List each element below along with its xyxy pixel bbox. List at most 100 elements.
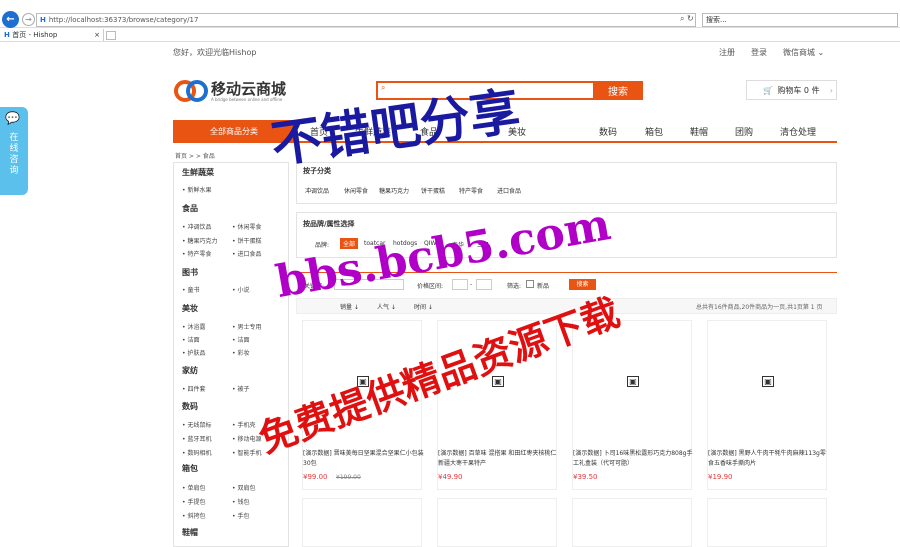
subcat-link[interactable]: 冲调饮品 [305, 186, 329, 195]
price-max-input[interactable] [476, 279, 492, 290]
side-link[interactable]: • 彩妆 [232, 348, 249, 357]
cart-button[interactable]: 🛒 购物车 0 件 › [746, 80, 837, 100]
product-old-price: ¥199.00 [336, 474, 361, 481]
side-link[interactable]: • 手包 [232, 511, 249, 520]
address-bar[interactable]: Hhttp://localhost:36373/browse/category/… [36, 13, 696, 27]
brand-item[interactable]: 三只 [477, 240, 489, 249]
side-link[interactable]: • 斜挎包 [182, 511, 205, 520]
side-link[interactable]: • 单肩包 [182, 483, 205, 492]
keyword-input[interactable] [334, 279, 404, 290]
search-button[interactable]: 搜索 [593, 81, 643, 100]
nav-fresh[interactable]: 生鲜蔬菜 [355, 125, 391, 138]
side-link[interactable]: • 饼干蛋糕 [232, 236, 261, 245]
side-link[interactable]: • 童书 [182, 285, 199, 294]
side-link[interactable]: • 双肩包 [232, 483, 255, 492]
side-link[interactable]: • 钱包 [232, 497, 249, 506]
side-head-books[interactable]: 图书 [182, 267, 198, 278]
product-card[interactable] [302, 498, 422, 547]
register-link[interactable]: 注册 [719, 47, 735, 58]
product-image[interactable]: ▣ [708, 321, 828, 441]
subcat-link[interactable]: 特产零食 [459, 186, 483, 195]
brand-item[interactable]: QIW [424, 240, 436, 247]
side-head-beauty[interactable]: 美妆 [182, 303, 198, 314]
side-link[interactable]: • 休闲零食 [232, 222, 261, 231]
side-link[interactable]: • 手机壳 [232, 420, 255, 429]
subcat-link[interactable]: 进口食品 [497, 186, 521, 195]
all-categories-button[interactable]: 全部商品分类 [173, 120, 295, 143]
brand-item[interactable]: hotdogs [393, 240, 417, 247]
product-card[interactable]: ▣ [演示数据] 晋味美每日坚果混合坚果仁小包装30包 ¥99.00 ¥199.… [302, 320, 425, 490]
side-link[interactable]: • 移动电源 [232, 434, 261, 443]
nav-digital[interactable]: 数码 [599, 125, 617, 138]
product-card[interactable]: ▣ [演示数据] 卜司16味黑松露形巧克力808g手工礼盒装（代可可脂） ¥39… [572, 320, 695, 490]
nav-groupbuy[interactable]: 团购 [735, 125, 753, 138]
product-image[interactable]: ▣ [573, 321, 693, 441]
nav-beauty[interactable]: 美妆 [508, 125, 526, 138]
side-link[interactable]: • 无线鼠标 [182, 420, 211, 429]
side-link[interactable]: • 特产零食 [182, 249, 211, 258]
price-min-input[interactable] [452, 279, 468, 290]
sort-sales[interactable]: 销量 ↓ [340, 302, 359, 311]
online-chat-button[interactable]: 💬 在线咨询 [0, 107, 28, 195]
back-icon[interactable]: ← [2, 11, 19, 28]
side-link[interactable]: • 沐浴露 [182, 322, 205, 331]
side-link[interactable]: • 洁面 [182, 335, 199, 344]
side-link[interactable]: • 小说 [232, 285, 249, 294]
side-link[interactable]: • 进口食品 [232, 249, 261, 258]
side-link[interactable]: • 冲调饮品 [182, 222, 211, 231]
side-head-home-textile[interactable]: 家纺 [182, 365, 198, 376]
side-link[interactable]: • 被子 [232, 384, 249, 393]
new-checkbox[interactable] [526, 280, 534, 288]
tab-active[interactable]: H 首页 - Hishop × [0, 29, 104, 41]
filter-search-button[interactable]: 搜索 [569, 279, 596, 290]
nav-shoes[interactable]: 鞋帽 [690, 125, 708, 138]
brand-item[interactable]: 泰华 [452, 240, 464, 249]
side-link[interactable]: • 男士专用 [232, 322, 261, 331]
product-title[interactable]: [演示数据] 百草味 混搭果 和田红枣夹核桃仁 新疆大枣干果特产 [438, 449, 560, 469]
side-link[interactable]: • 洁面 [232, 335, 249, 344]
side-link[interactable]: • 新鲜水果 [182, 185, 211, 194]
sort-popularity[interactable]: 人气 ↓ [377, 302, 396, 311]
product-card[interactable]: ▣ [演示数据] 百草味 混搭果 和田红枣夹核桃仁 新疆大枣干果特产 ¥49.9… [437, 320, 557, 490]
product-card[interactable]: ▣ [演示数据] 黑野人牛肉干牦牛肉麻辣113g零食五香味手撕肉片 ¥19.90 [707, 320, 827, 490]
side-head-food[interactable]: 食品 [182, 203, 198, 214]
brand-all[interactable]: 全部 [340, 238, 359, 249]
nav-food[interactable]: 食品 [420, 125, 438, 138]
product-image[interactable]: ▣ [303, 321, 423, 441]
product-card[interactable] [707, 498, 827, 547]
refresh-icon[interactable]: ⌕ ↻ [680, 14, 694, 24]
side-head-bags[interactable]: 箱包 [182, 463, 198, 474]
login-link[interactable]: 登录 [751, 47, 767, 58]
browser-search-input[interactable]: 搜索... [702, 13, 898, 27]
product-card[interactable] [437, 498, 557, 547]
nav-home[interactable]: 首页 [310, 125, 328, 138]
nav-bags[interactable]: 箱包 [645, 125, 663, 138]
product-card[interactable] [572, 498, 692, 547]
side-link[interactable]: • 智能手机 [232, 448, 261, 457]
result-summary: 总共有16件商品,20件商品为一页,共1页第 1 页 [696, 304, 823, 311]
subcat-link[interactable]: 休闲零食 [344, 186, 368, 195]
side-head-fresh[interactable]: 生鲜蔬菜 [182, 167, 214, 178]
side-link[interactable]: • 蓝牙耳机 [182, 434, 211, 443]
sort-time[interactable]: 时间 ↓ [414, 302, 433, 311]
chat-label: 在线咨询 [9, 133, 19, 176]
product-image[interactable]: ▣ [438, 321, 558, 441]
subcat-link[interactable]: 糖果巧克力 [379, 186, 409, 195]
product-title[interactable]: [演示数据] 黑野人牛肉干牦牛肉麻辣113g零食五香味手撕肉片 [708, 449, 830, 469]
side-link[interactable]: • 数码相机 [182, 448, 211, 457]
close-icon[interactable]: × [94, 29, 100, 41]
forward-icon[interactable]: → [22, 13, 35, 26]
nav-clearance[interactable]: 清仓处理 [780, 125, 816, 138]
subcat-link[interactable]: 饼干蛋糕 [421, 186, 445, 195]
brand-item[interactable]: toatcar [364, 240, 386, 247]
side-head-digital[interactable]: 数码 [182, 401, 198, 412]
product-title[interactable]: [演示数据] 晋味美每日坚果混合坚果仁小包装30包 [303, 449, 425, 469]
side-head-shoes[interactable]: 鞋帽 [182, 527, 198, 538]
wechat-mall-link[interactable]: 微信商城 ⌄ [783, 47, 824, 58]
new-tab-button[interactable] [106, 31, 116, 40]
side-link[interactable]: • 糖果巧克力 [182, 236, 217, 245]
side-link[interactable]: • 护肤品 [182, 348, 205, 357]
side-link[interactable]: • 手提包 [182, 497, 205, 506]
product-title[interactable]: [演示数据] 卜司16味黑松露形巧克力808g手工礼盒装（代可可脂） [573, 449, 695, 469]
side-link[interactable]: • 四件套 [182, 384, 205, 393]
